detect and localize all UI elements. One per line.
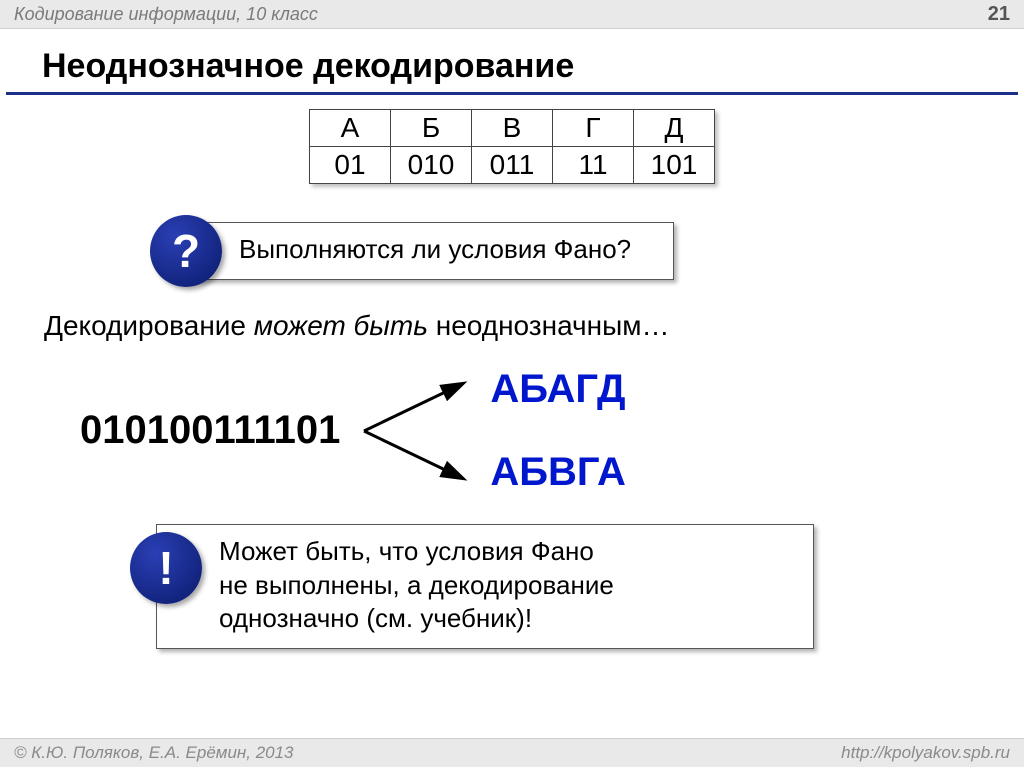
- code-cell: 101: [634, 147, 715, 184]
- note-line: не выполнены, а декодирование: [219, 569, 779, 603]
- branch-arrows-icon: [358, 366, 478, 496]
- page-number: 21: [988, 3, 1010, 26]
- header-bar: Кодирование информации, 10 класс 21: [0, 0, 1024, 29]
- code-cell: 11: [553, 147, 634, 184]
- letter-cell: В: [472, 110, 553, 147]
- code-cell: 01: [310, 147, 391, 184]
- letter-cell: А: [310, 110, 391, 147]
- statement-post: неоднозначным…: [428, 310, 670, 341]
- decode-result-2: АБВГА: [490, 450, 626, 495]
- decode-result-1: АБАГД: [490, 367, 626, 412]
- slide-content: А Б В Г Д 01 010 011 11 101 ? Выполняютс…: [0, 109, 1024, 665]
- letter-cell: Г: [553, 110, 634, 147]
- exclamation-badge-icon: !: [130, 532, 202, 604]
- copyright: © К.Ю. Поляков, Е.А. Ерёмин, 2013: [14, 743, 294, 763]
- note-line: Может быть, что условия Фано: [219, 535, 779, 569]
- code-cell: 010: [391, 147, 472, 184]
- question-callout: ? Выполняются ли условия Фано?: [176, 222, 674, 280]
- decode-block: 010100111101 АБАГД АБВГА: [80, 366, 988, 496]
- subject-label: Кодирование информации, 10 класс: [14, 4, 318, 25]
- code-cell: 011: [472, 147, 553, 184]
- bitstring: 010100111101: [80, 408, 340, 453]
- statement-pre: Декодирование: [44, 310, 254, 341]
- footer-url: http://kpolyakov.spb.ru: [841, 743, 1010, 763]
- statement-italic: может быть: [254, 310, 428, 341]
- statement-line: Декодирование может быть неоднозначным…: [44, 310, 988, 342]
- question-text: Выполняются ли условия Фано?: [176, 222, 674, 280]
- decode-results: АБАГД АБВГА: [490, 367, 626, 495]
- code-table: А Б В Г Д 01 010 011 11 101: [309, 109, 715, 184]
- note-callout: ! Может быть, что условия Фано не выполн…: [156, 524, 814, 649]
- table-row: А Б В Г Д: [310, 110, 715, 147]
- slide-title: Неоднозначное декодирование: [6, 29, 1018, 95]
- note-box: Может быть, что условия Фано не выполнен…: [156, 524, 814, 649]
- note-line: однозначно (см. учебник)!: [219, 602, 779, 636]
- table-row: 01 010 011 11 101: [310, 147, 715, 184]
- question-badge-icon: ?: [150, 215, 222, 287]
- footer-bar: © К.Ю. Поляков, Е.А. Ерёмин, 2013 http:/…: [0, 738, 1024, 767]
- letter-cell: Б: [391, 110, 472, 147]
- letter-cell: Д: [634, 110, 715, 147]
